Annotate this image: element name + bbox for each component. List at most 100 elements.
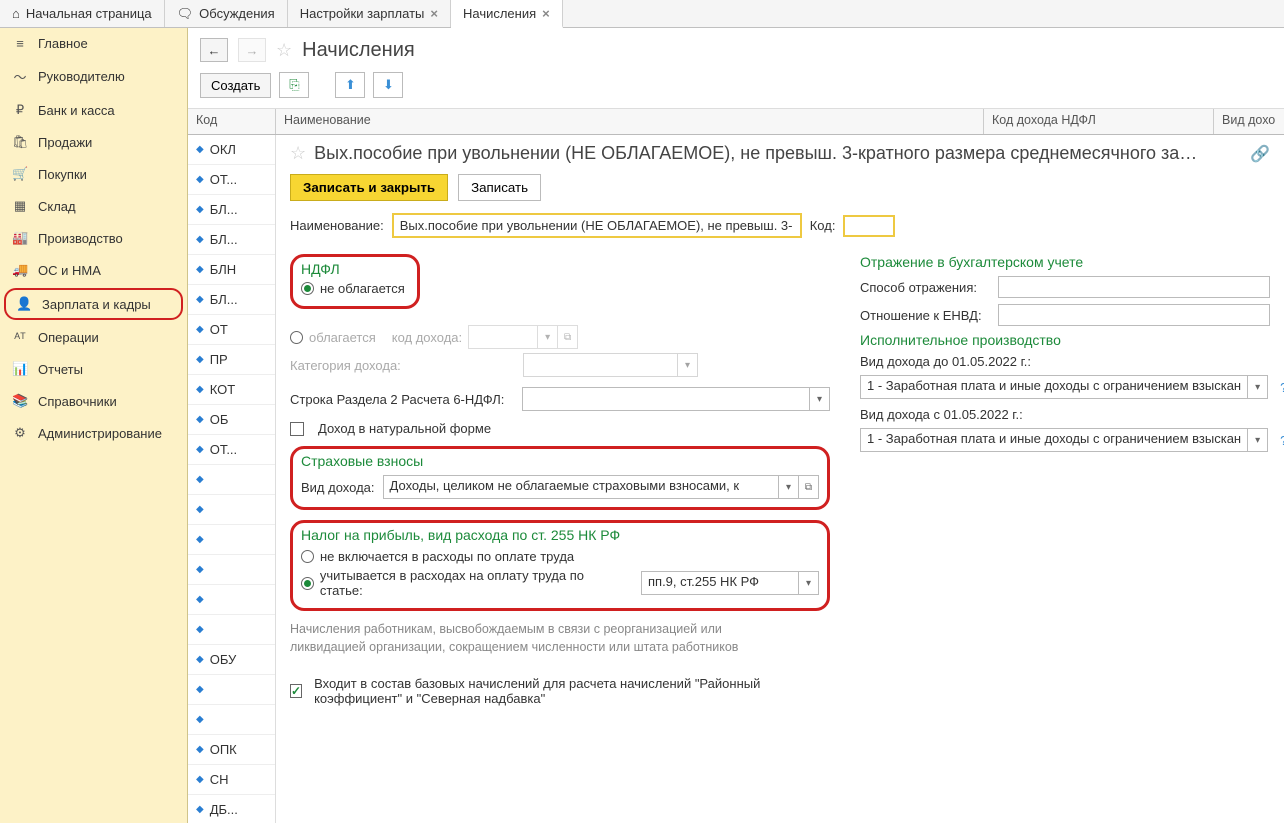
sidebar-item-assets[interactable]: 🚚ОС и НМА [0, 254, 187, 286]
code-row[interactable]: ◆ДБ... [188, 795, 275, 823]
code-row[interactable]: ◆ОБУ [188, 645, 275, 675]
sidebar-item-admin[interactable]: ⚙Администрирование [0, 417, 187, 449]
line6-select[interactable]: ▾ [522, 387, 830, 411]
toolbar: Создать ⎘ ⬆ ⬇ [188, 68, 1284, 109]
natural-income-checkbox[interactable] [290, 422, 304, 436]
move-up-button[interactable]: ⬆ [335, 72, 365, 98]
code-row[interactable]: ◆БЛН [188, 255, 275, 285]
row-icon: ◆ [196, 264, 204, 275]
col-code[interactable]: Код [188, 109, 276, 134]
ndfl-not-taxable-radio[interactable]: не облагается [301, 281, 409, 296]
sidebar-item-sales[interactable]: 🛍Продажи [0, 126, 187, 158]
insurance-group: Страховые взносы Вид дохода: Доходы, цел… [290, 446, 830, 510]
tab-home[interactable]: ⌂Начальная страница [0, 0, 165, 27]
col-ndfl-code[interactable]: Код дохода НДФЛ [984, 109, 1214, 134]
tax-article-select[interactable]: пп.9, ст.255 НК РФ ▾ [641, 571, 819, 595]
copy-button[interactable]: ⎘ [279, 72, 309, 98]
sidebar: ≡Главное 〜Руководителю ₽Банк и касса 🛍Пр… [0, 28, 188, 823]
code-row[interactable]: ◆БЛ... [188, 225, 275, 255]
code-row[interactable]: ◆ [188, 615, 275, 645]
favorite-icon[interactable]: ☆ [290, 143, 306, 164]
code-row[interactable]: ◆ОТ [188, 315, 275, 345]
sidebar-item-production[interactable]: 🏭Производство [0, 222, 187, 254]
income-type-select[interactable]: Доходы, целиком не облагаемые страховыми… [383, 475, 819, 499]
sidebar-item-main[interactable]: ≡Главное [0, 28, 187, 59]
exec-title: Исполнительное производство [860, 332, 1270, 348]
help-icon[interactable]: ? [1280, 380, 1284, 395]
dropdown-icon[interactable]: ▾ [778, 476, 798, 498]
code-label: БЛ... [210, 202, 238, 217]
code-row[interactable]: ◆ [188, 555, 275, 585]
code-row[interactable]: ◆ОТ... [188, 435, 275, 465]
dropdown-icon[interactable]: ▾ [1247, 429, 1267, 451]
envd-input[interactable] [998, 304, 1270, 326]
sidebar-item-directories[interactable]: 📚Справочники [0, 385, 187, 417]
category-label: Категория дохода: [290, 358, 515, 373]
code-row[interactable]: ◆ [188, 465, 275, 495]
nav-forward-button[interactable]: → [238, 38, 266, 62]
code-label: ПР [210, 352, 228, 367]
link-icon[interactable]: 🔗 [1250, 144, 1270, 164]
tab-discussions[interactable]: 🗨Обсуждения [165, 0, 288, 27]
code-row[interactable]: ◆ОТ... [188, 165, 275, 195]
row-icon: ◆ [196, 564, 204, 575]
code-row[interactable]: ◆КОТ [188, 375, 275, 405]
code-row[interactable]: ◆ [188, 675, 275, 705]
code-row[interactable]: ◆БЛ... [188, 195, 275, 225]
code-row[interactable]: ◆ [188, 495, 275, 525]
code-label: БЛ... [210, 292, 238, 307]
code-input[interactable] [843, 215, 895, 237]
base-accruals-checkbox[interactable] [290, 684, 302, 698]
sidebar-item-bank[interactable]: ₽Банк и касса [0, 94, 187, 126]
dropdown-icon[interactable]: ▾ [1247, 376, 1267, 398]
code-row[interactable]: ◆ [188, 585, 275, 615]
dropdown-icon[interactable]: ▾ [798, 572, 818, 594]
code-row[interactable]: ◆БЛ... [188, 285, 275, 315]
row-icon: ◆ [196, 234, 204, 245]
row-icon: ◆ [196, 594, 204, 605]
nav-back-button[interactable]: ← [200, 38, 228, 62]
sidebar-item-warehouse[interactable]: ▦Склад [0, 190, 187, 222]
method-input[interactable] [998, 276, 1270, 298]
save-close-button[interactable]: Записать и закрыть [290, 174, 448, 201]
code-row[interactable]: ◆ОПК [188, 735, 275, 765]
code-row[interactable]: ◆ОБ [188, 405, 275, 435]
code-row[interactable]: ◆ [188, 705, 275, 735]
row-icon: ◆ [196, 804, 204, 815]
code-row[interactable]: ◆ОКЛ [188, 135, 275, 165]
close-icon[interactable]: × [542, 6, 550, 21]
close-icon[interactable]: × [430, 6, 438, 21]
move-down-button[interactable]: ⬇ [373, 72, 403, 98]
create-button[interactable]: Создать [200, 73, 271, 98]
tax-included-radio[interactable]: учитывается в расходах на оплату труда п… [301, 568, 819, 598]
code-row[interactable]: ◆ [188, 525, 275, 555]
tax-not-included-radio[interactable]: не включается в расходы по оплате труда [301, 549, 819, 564]
code-list[interactable]: ◆ОКЛ◆ОТ...◆БЛ...◆БЛ...◆БЛН◆БЛ...◆ОТ◆ПР◆К… [188, 135, 276, 823]
envd-label: Отношение к ЕНВД: [860, 308, 990, 323]
row-icon: ◆ [196, 774, 204, 785]
income-after-select[interactable]: 1 - Заработная плата и иные доходы с огр… [860, 428, 1268, 452]
tax-title: Налог на прибыль, вид расхода по ст. 255… [301, 527, 819, 543]
income-before-select[interactable]: 1 - Заработная плата и иные доходы с огр… [860, 375, 1268, 399]
sidebar-item-purchases[interactable]: 🛒Покупки [0, 158, 187, 190]
sidebar-item-manager[interactable]: 〜Руководителю [0, 59, 187, 94]
help-icon[interactable]: ? [1280, 433, 1284, 448]
ruble-icon: ₽ [12, 102, 28, 118]
sidebar-item-reports[interactable]: 📊Отчеты [0, 353, 187, 385]
name-input[interactable]: Вых.пособие при увольнении (НЕ ОБЛАГАЕМО… [392, 213, 802, 238]
tab-accruals[interactable]: Начисления× [451, 0, 563, 28]
col-name[interactable]: Наименование [276, 109, 984, 134]
col-income-type[interactable]: Вид дохо [1214, 109, 1284, 134]
radio-icon [290, 331, 303, 344]
sidebar-item-salary-hr[interactable]: 👤Зарплата и кадры [4, 288, 183, 320]
hint-text: Начисления работникам, высвобождаемым в … [290, 621, 770, 656]
open-icon[interactable]: ⧉ [798, 476, 818, 498]
ndfl-taxable-radio[interactable]: облагается код дохода: ▾⧉ [290, 325, 830, 349]
sidebar-item-operations[interactable]: ᴬᵀОперации [0, 322, 187, 353]
favorite-icon[interactable]: ☆ [276, 40, 292, 61]
code-row[interactable]: ◆ПР [188, 345, 275, 375]
save-button[interactable]: Записать [458, 174, 541, 201]
tab-salary-settings[interactable]: Настройки зарплаты× [288, 0, 451, 27]
code-row[interactable]: ◆СН [188, 765, 275, 795]
row-icon: ◆ [196, 384, 204, 395]
